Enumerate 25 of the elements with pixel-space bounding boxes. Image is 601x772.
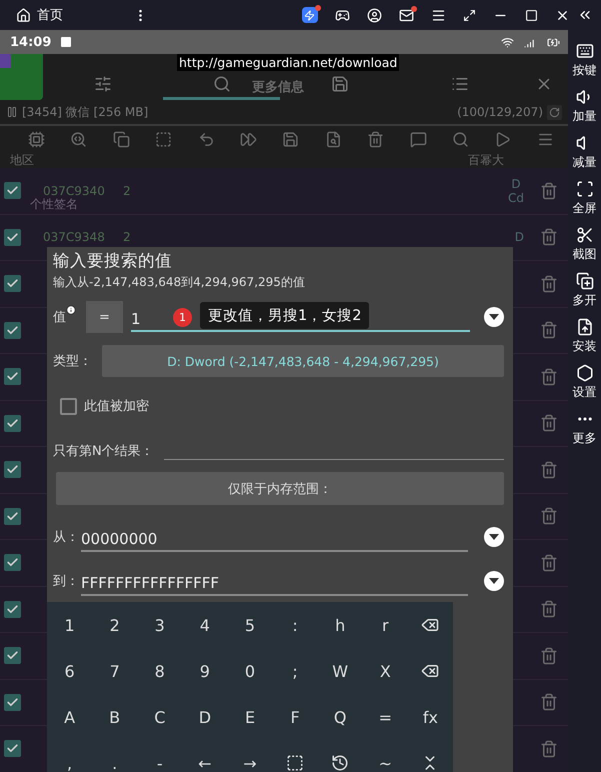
- type-label: 类型：: [53, 353, 92, 370]
- type-text: D: [511, 176, 521, 191]
- status-time: 14:09: [10, 34, 52, 50]
- tab-hint: 更多信息: [252, 79, 304, 96]
- nth-label: 只有第N个结果：: [53, 443, 154, 460]
- url-overlay: http://gameguardian.net/download: [177, 54, 400, 71]
- result-count: (100/129,207): [457, 105, 543, 119]
- column-header: 百幂大: [468, 153, 504, 167]
- step-badge: 1: [173, 308, 192, 327]
- value-text: 2: [123, 184, 131, 198]
- note-text: 个性签名: [30, 196, 78, 213]
- tooltip: 更改值，男搜1，女搜2: [200, 302, 370, 329]
- process-label: [3454] 微信 [256 MB]: [22, 104, 148, 120]
- column-header: 地区: [10, 153, 34, 167]
- flags-text: Cd: [508, 190, 524, 205]
- to-label: 到：: [53, 573, 79, 590]
- address-text: 037C9348: [43, 230, 106, 244]
- address-text: 037C9340: [43, 184, 106, 198]
- type-text: D: [514, 230, 524, 244]
- value-text: 2: [123, 230, 131, 244]
- checkbox-label: 此值被加密: [84, 398, 149, 415]
- from-label: 从：: [53, 529, 79, 546]
- value-label: 值: [53, 309, 66, 326]
- dialog-title: 输入要搜索的值: [53, 250, 173, 272]
- dialog-subtitle: 输入从-2,147,483,648到4,294,967,295的值: [53, 274, 306, 291]
